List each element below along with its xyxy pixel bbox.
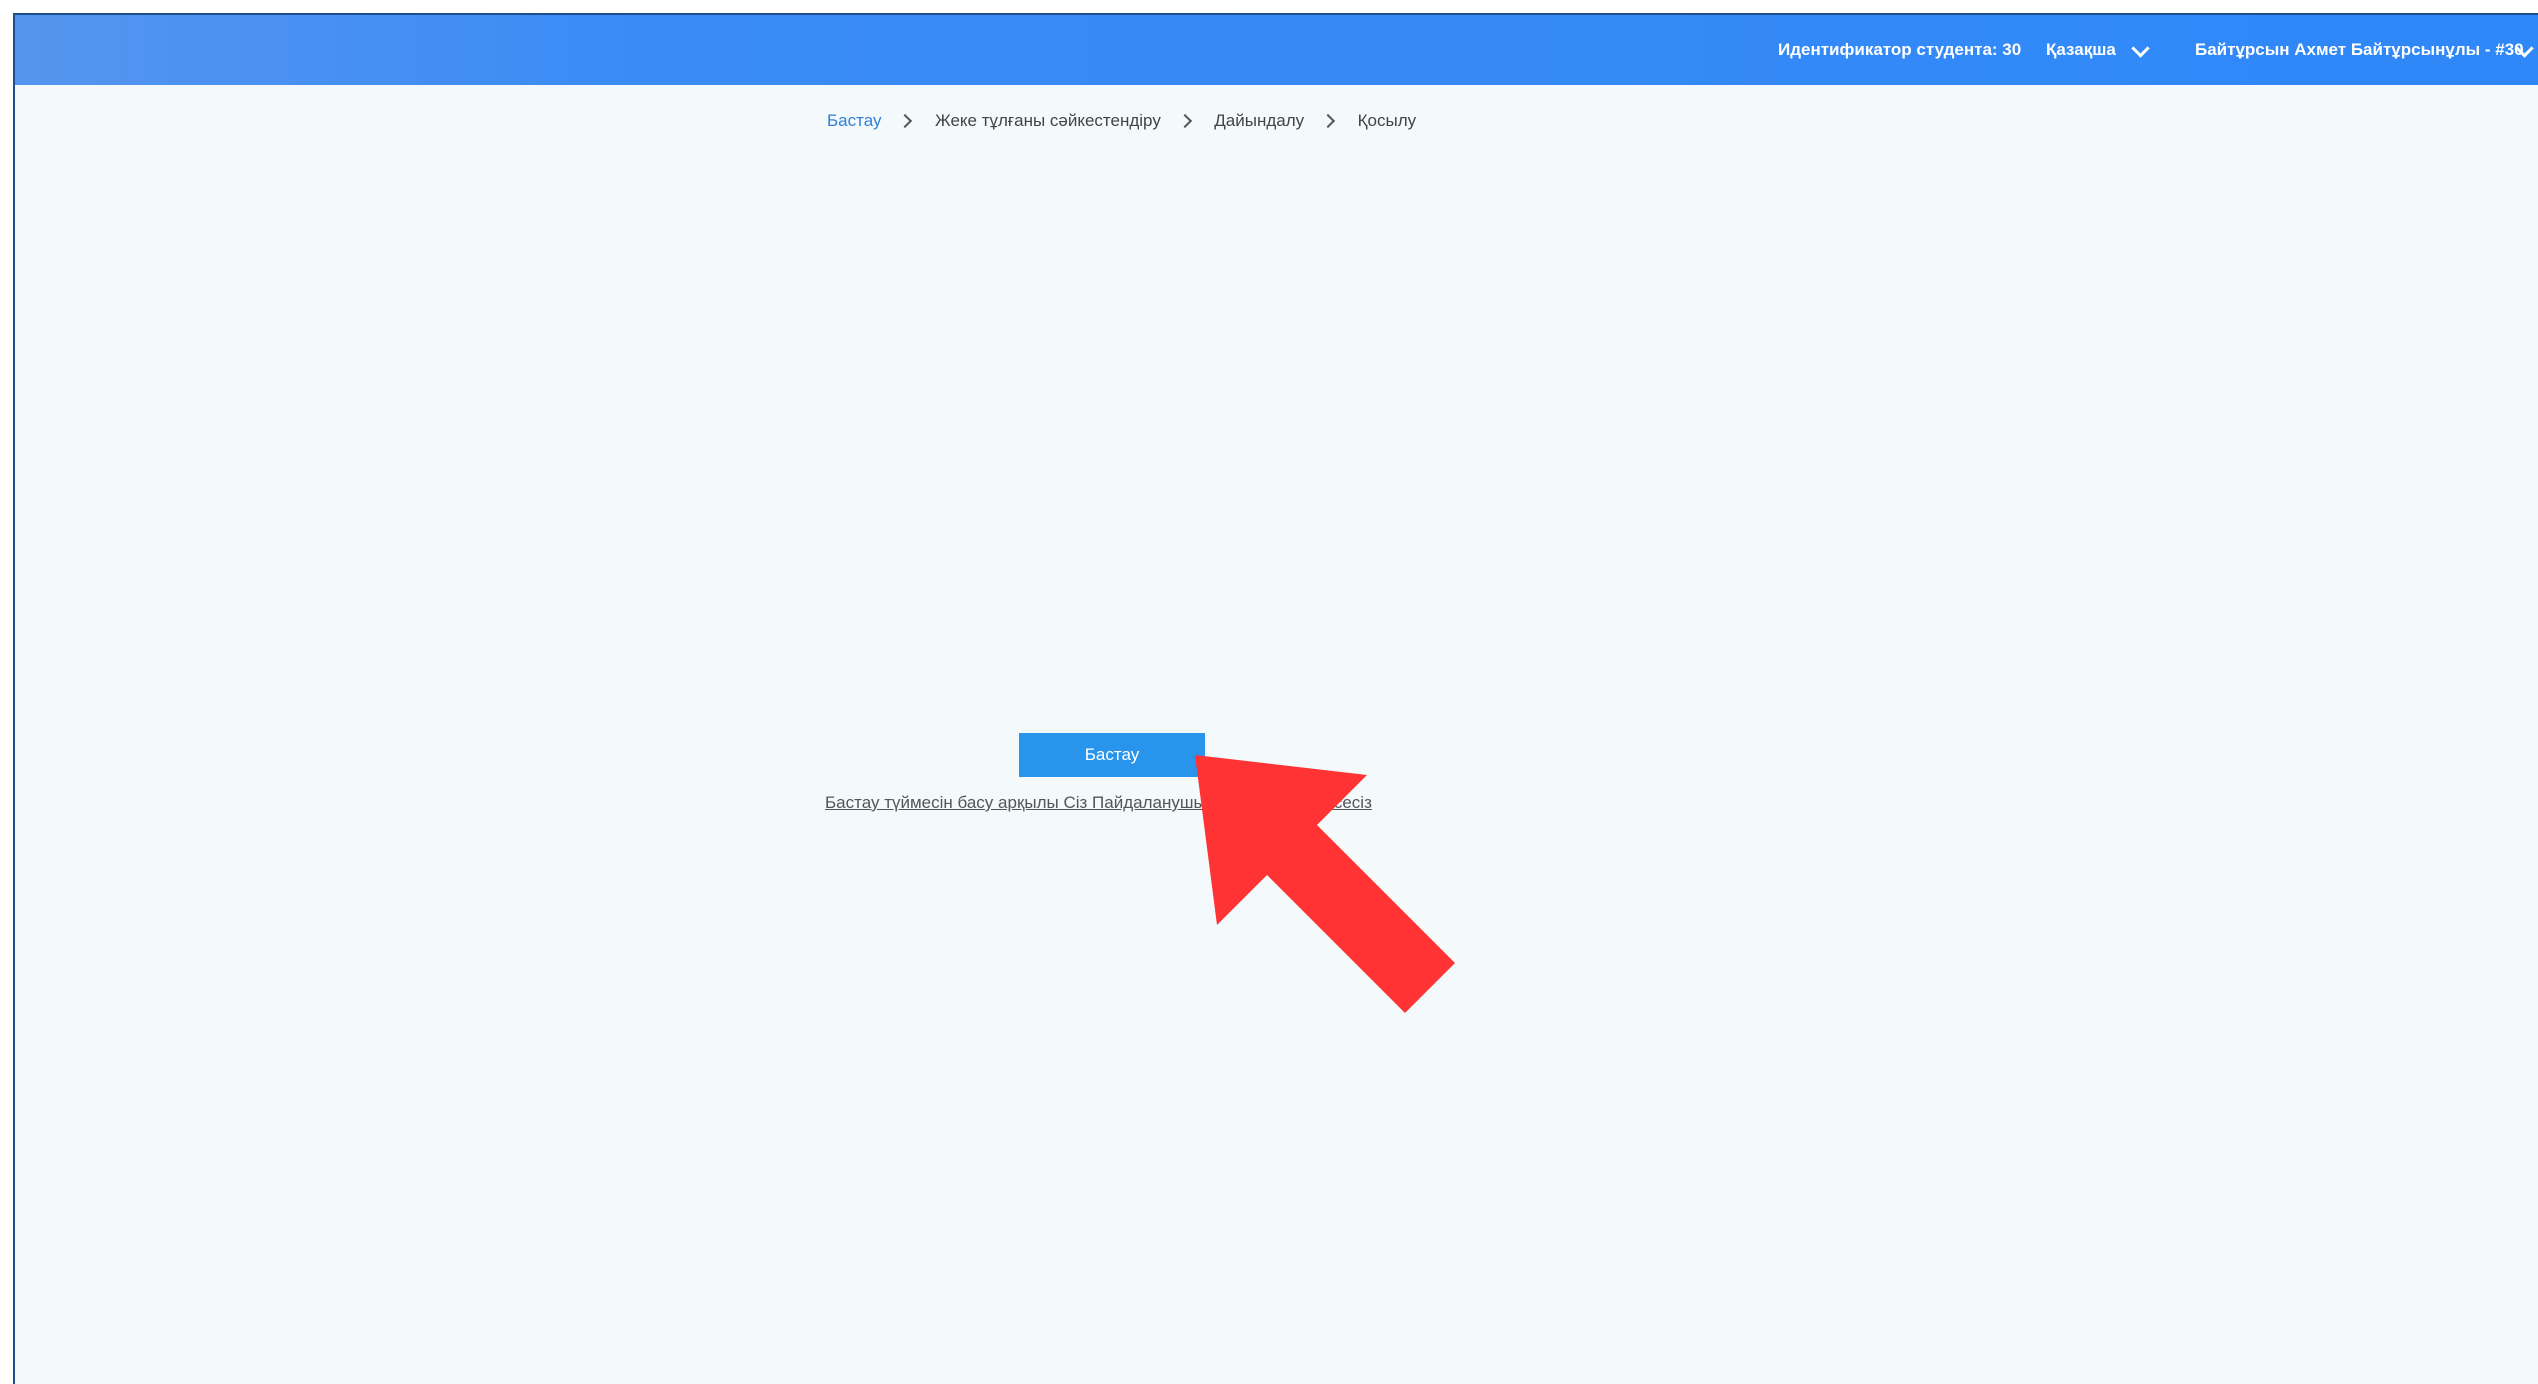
- breadcrumb: Бастау Жеке тұлғаны сәйкестендіру Дайынд…: [827, 105, 1416, 135]
- student-id-label: Идентификатор студента: 30: [1778, 40, 2022, 59]
- chevron-down-icon[interactable]: [2131, 39, 2150, 58]
- language-selector[interactable]: Қазақша: [2046, 15, 2116, 85]
- app-window: Идентификатор студента: 30 Қазақша Байтұ…: [13, 13, 2538, 1384]
- breadcrumb-item-connect: Қосылу: [1357, 110, 1417, 130]
- breadcrumb-item-identification: Жеке тұлғаны сәйкестендіру: [934, 110, 1161, 130]
- breadcrumb-item-start[interactable]: Бастау: [827, 106, 881, 136]
- user-menu[interactable]: Байтұрсын Ахмет Байтұрсынұлы - #30: [2195, 15, 2524, 85]
- red-arrow-icon: [1195, 755, 1455, 1013]
- top-header-bar: Идентификатор студента: 30 Қазақша Байтұ…: [15, 15, 2538, 85]
- chevron-right-icon: [1177, 113, 1192, 128]
- breadcrumb-item-preparation: Дайындалу: [1214, 110, 1305, 130]
- chevron-right-icon: [898, 113, 913, 128]
- chevron-right-icon: [1320, 113, 1335, 128]
- start-button[interactable]: Бастау: [1019, 733, 1205, 777]
